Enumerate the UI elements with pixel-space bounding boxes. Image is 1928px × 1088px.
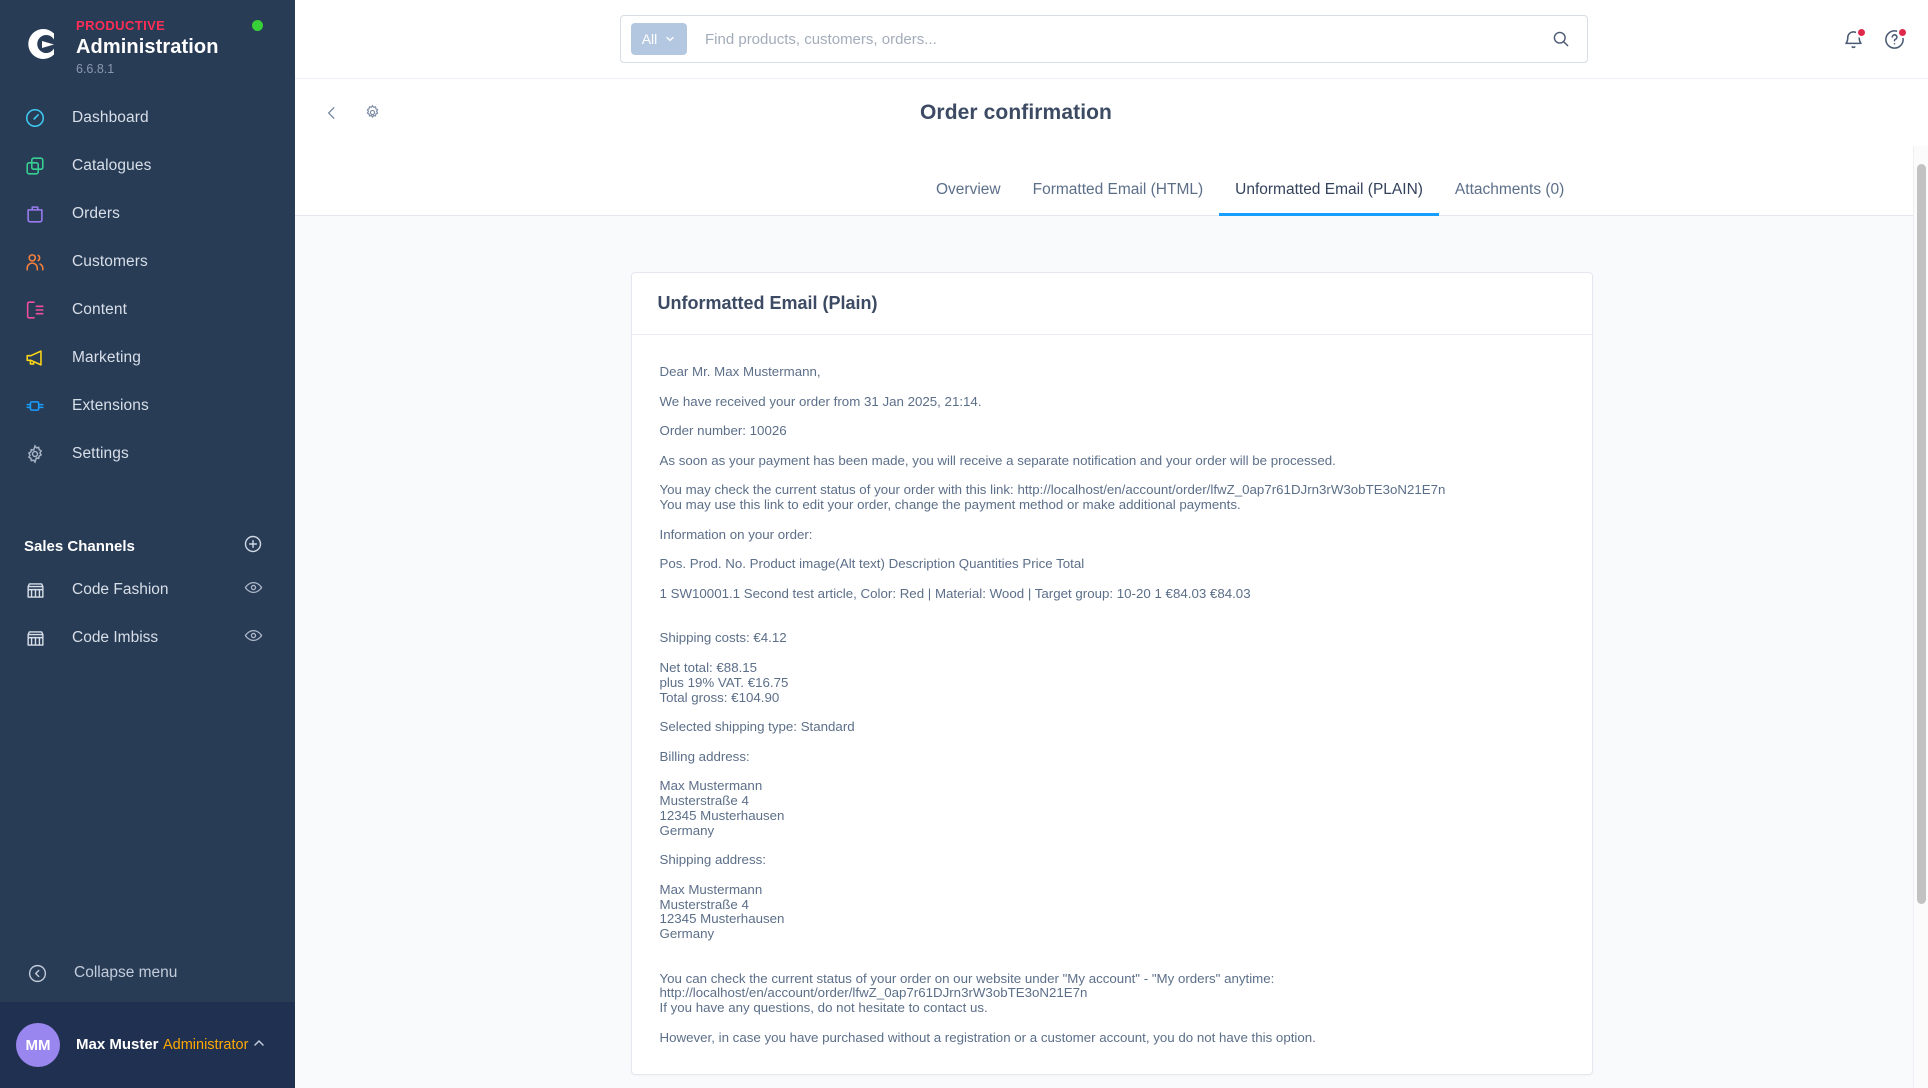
page-header: Order confirmation [295, 78, 1928, 146]
vertical-scrollbar[interactable] [1913, 146, 1928, 1088]
storefront-icon [22, 625, 48, 651]
page-settings-gear-icon[interactable] [357, 97, 388, 128]
add-sales-channel-icon[interactable] [243, 534, 263, 559]
collapse-menu-label: Collapse menu [74, 964, 178, 981]
main-area: All Find products, customers, orders... … [295, 0, 1928, 1088]
vertical-scrollbar-thumb[interactable] [1917, 164, 1926, 904]
preview-eye-icon[interactable] [244, 626, 263, 650]
tab-bar: Overview Formatted Email (HTML) Unformat… [295, 146, 1928, 216]
search-input[interactable] [705, 30, 1543, 48]
user-profile-button[interactable]: MM Max Muster Administrator [0, 1002, 295, 1088]
chevron-down-icon [666, 36, 674, 42]
sales-channel-code-fashion[interactable]: Code Fashion [0, 566, 295, 614]
sales-channel-label: Code Imbiss [72, 629, 159, 646]
sidebar-item-marketing[interactable]: Marketing [0, 334, 295, 382]
tab-unformatted-email-plain[interactable]: Unformatted Email (PLAIN) [1219, 181, 1439, 216]
user-role: Administrator [162, 1037, 249, 1053]
brand-kicker: PRODUCTIVE [76, 18, 166, 33]
card-title: Unformatted Email (Plain) [631, 273, 1592, 335]
orders-icon [22, 201, 48, 227]
search-scope-dropdown[interactable]: All [631, 23, 687, 55]
help-badge [1897, 26, 1908, 38]
card-area: Unformatted Email (Plain) Dear Mr. Max M… [295, 216, 1928, 1075]
sidebar-item-customers[interactable]: Customers [0, 238, 295, 286]
top-bar: All [295, 0, 1928, 78]
sidebar-item-label: Orders [72, 205, 120, 222]
tab-formatted-email-html[interactable]: Formatted Email (HTML) [1017, 181, 1220, 215]
preview-eye-icon[interactable] [244, 578, 263, 602]
main-navigation: Dashboard Catalogues Orders Customers Co… [0, 86, 295, 478]
brand-version: 6.6.8.1 [76, 62, 115, 76]
sales-channel-label: Code Fashion [72, 581, 169, 598]
sidebar-item-dashboard[interactable]: Dashboard [0, 94, 295, 142]
avatar: MM [16, 1023, 60, 1067]
extensions-icon [22, 393, 48, 419]
chevron-up-icon[interactable] [251, 1035, 267, 1056]
user-meta: Max Muster Administrator [76, 1035, 251, 1055]
sidebar: PRODUCTIVE Administration 6.6.8.1 Dashbo… [0, 0, 295, 1088]
app-logo-icon [22, 24, 62, 64]
sidebar-item-content[interactable]: Content [0, 286, 295, 334]
unformatted-email-card: Unformatted Email (Plain) Dear Mr. Max M… [630, 272, 1593, 1075]
email-plain-text: Dear Mr. Max Mustermann, We have receive… [659, 364, 1446, 1045]
card-body: Dear Mr. Max Mustermann, We have receive… [632, 335, 1592, 1074]
help-button[interactable] [1883, 26, 1908, 51]
collapse-chevron-icon [24, 960, 50, 986]
sidebar-item-orders[interactable]: Orders [0, 190, 295, 238]
dashboard-icon [22, 105, 48, 131]
content-icon [22, 297, 48, 323]
page-title: Order confirmation [920, 100, 1112, 124]
sales-channels-title: Sales Channels [24, 537, 135, 555]
settings-icon [22, 441, 48, 467]
sidebar-item-label: Settings [72, 445, 129, 462]
sidebar-item-catalogues[interactable]: Catalogues [0, 142, 295, 190]
sidebar-item-label: Catalogues [72, 157, 152, 174]
sales-channel-code-imbiss[interactable]: Code Imbiss [0, 614, 295, 662]
sidebar-item-label: Dashboard [72, 109, 149, 126]
global-search[interactable]: All [620, 15, 1588, 63]
sidebar-item-settings[interactable]: Settings [0, 430, 295, 478]
topbar-actions [1842, 0, 1908, 78]
sidebar-item-label: Extensions [72, 397, 149, 414]
sidebar-item-label: Customers [72, 253, 148, 270]
notifications-badge [1856, 26, 1867, 38]
brand-title: Administration [76, 36, 219, 58]
sidebar-item-label: Content [72, 301, 127, 318]
search-icon[interactable] [1543, 29, 1579, 49]
user-name: Max Muster [76, 1036, 159, 1053]
tab-overview[interactable]: Overview [920, 181, 1017, 215]
customers-icon [22, 249, 48, 275]
status-indicator-dot [252, 20, 263, 31]
marketing-icon [22, 345, 48, 371]
sales-channels-header: Sales Channels [0, 526, 295, 566]
sidebar-item-label: Marketing [72, 349, 141, 366]
catalogues-icon [22, 153, 48, 179]
collapse-menu-button[interactable]: Collapse menu [0, 944, 295, 1002]
notifications-button[interactable] [1842, 26, 1867, 51]
tab-attachments[interactable]: Attachments (0) [1439, 181, 1580, 215]
back-button[interactable] [317, 98, 347, 128]
storefront-icon [22, 577, 48, 603]
content-scroll-region[interactable]: Overview Formatted Email (HTML) Unformat… [295, 146, 1928, 1088]
brand-header: PRODUCTIVE Administration 6.6.8.1 [0, 0, 295, 86]
sidebar-item-extensions[interactable]: Extensions [0, 382, 295, 430]
search-scope-label: All [641, 31, 658, 47]
